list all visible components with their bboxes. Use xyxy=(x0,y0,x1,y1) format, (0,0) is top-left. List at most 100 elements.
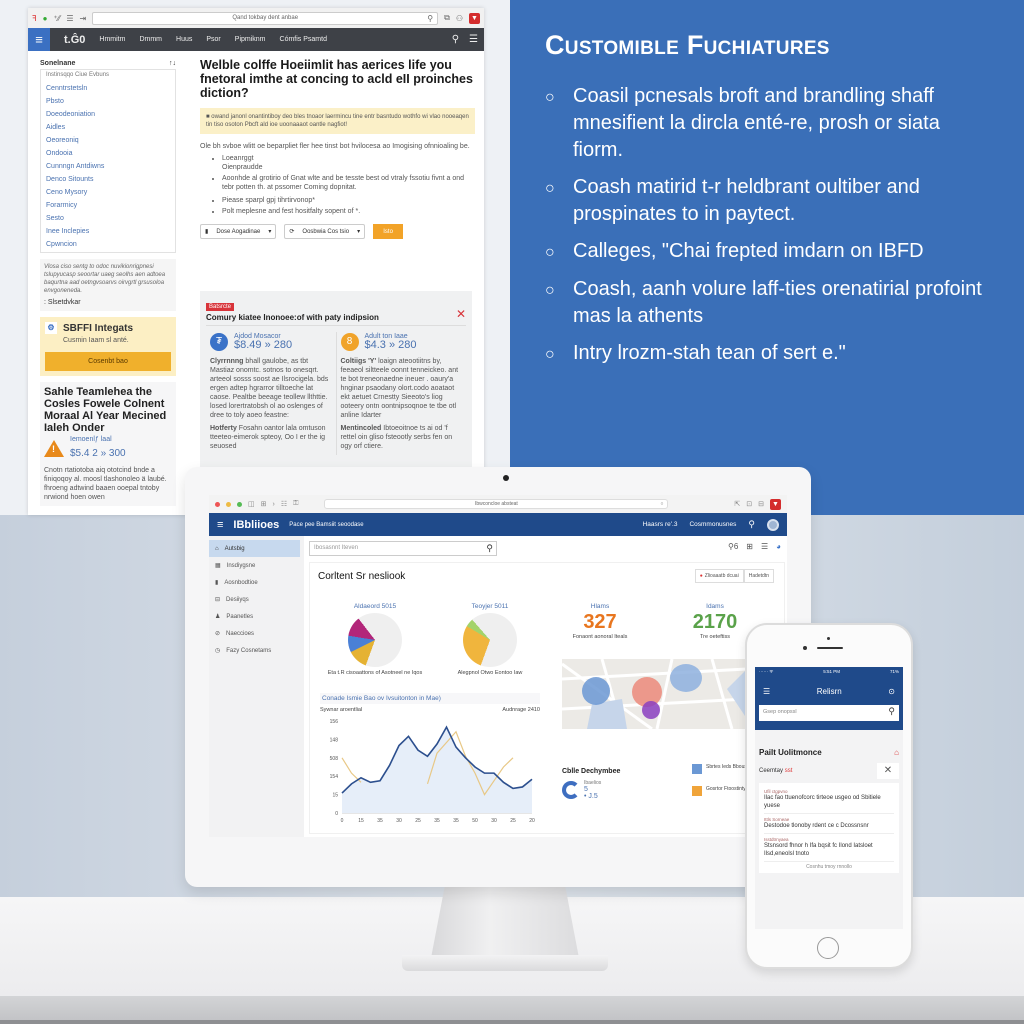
hamburger-menu-icon[interactable]: ≡ xyxy=(28,28,50,51)
close-icon[interactable]: ✕ xyxy=(456,307,466,322)
sidebar-item-active[interactable]: ⌂ Autsbig xyxy=(209,540,300,557)
map-bubble[interactable] xyxy=(582,677,610,705)
grid-view-icon[interactable]: ⊞ xyxy=(746,542,753,551)
tabs-icon[interactable]: ⁺∕⁄ xyxy=(53,14,60,23)
select-dropdown-2[interactable]: ⟳ Oosbwia Cos tsio ▾ xyxy=(284,224,366,239)
search-icon[interactable]: ⚲ xyxy=(748,519,755,530)
sidebar-item[interactable]: Forarmicy xyxy=(41,200,175,213)
tab-icon[interactable]: ⊟ xyxy=(758,500,764,508)
close-window-button[interactable] xyxy=(215,501,220,507)
app-logo[interactable]: IBbliioes xyxy=(233,519,279,531)
app-sidebar: ⌂ Autsbig ▦ Insdiygsne ▮ Aosnbodtioe ⊟ Desii… xyxy=(209,536,304,837)
search-icon[interactable]: ⚲ xyxy=(452,34,459,45)
action-button[interactable]: Zlioaaatb dcuai xyxy=(694,569,744,583)
home-button[interactable] xyxy=(817,937,839,959)
filter-icon[interactable]: ⚲6 xyxy=(728,542,738,551)
article-title[interactable]: Sahle Teamlehea the Cosles Fowele Colnen… xyxy=(44,386,172,434)
sidebar-item[interactable]: ◷ Fazy Cosnetams xyxy=(209,642,304,659)
nav-link[interactable]: Cosmmonusnes xyxy=(689,521,736,528)
compare-tag: Batsrcte xyxy=(206,303,235,311)
sidebar-item[interactable]: Ondooia xyxy=(41,148,175,161)
extension-icon[interactable]: ▼ xyxy=(770,498,781,510)
go-button[interactable]: Isto xyxy=(373,224,404,239)
sidebar-item[interactable]: ♟ Paanetles xyxy=(209,608,304,625)
share-icon[interactable]: ⇱ xyxy=(734,500,740,508)
menu-icon[interactable]: ☰ xyxy=(763,687,770,696)
load-more-link[interactable]: Cosnhu tmoy rnnollo xyxy=(764,862,894,870)
tab-view-icon[interactable]: ⧉ xyxy=(444,13,450,23)
back-icon[interactable]: ⇥ xyxy=(80,14,87,23)
nav-item[interactable]: Huus xyxy=(176,36,192,43)
close-icon[interactable]: ✕ xyxy=(877,763,899,779)
nav-link[interactable]: Haasrs re'.3 xyxy=(643,521,678,528)
sort-icon[interactable]: ↑↓ xyxy=(169,60,176,67)
site-logo[interactable]: t.Ĝ0 xyxy=(64,34,85,46)
sidebar-item[interactable]: ⊘ Naeccioes xyxy=(209,625,304,642)
sidebar-item[interactable]: ⊟ Desiiyqs xyxy=(209,591,304,608)
nav-item[interactable]: Pipmiknm xyxy=(235,36,266,43)
list-item[interactable]: Ufil ctgpvno Ilac fao ttuenofcorc tirteoe… xyxy=(764,786,894,814)
forward-icon[interactable]: › xyxy=(273,501,275,508)
select-dropdown-1[interactable]: ▮ Dose Aogadinae ▾ xyxy=(200,224,277,239)
list-item[interactable]: Ittls Sorneae Destodoe tlonoby rdent ce c… xyxy=(764,814,894,834)
section-title: Pailt Uolitmonce xyxy=(759,748,822,757)
bookmark-icon[interactable]: ⊡ xyxy=(746,500,752,508)
map-bubble[interactable] xyxy=(642,701,660,719)
maximize-window-button[interactable] xyxy=(237,501,242,507)
search-icon[interactable]: ⚲ xyxy=(486,543,493,554)
bell-icon[interactable]: ⌂ xyxy=(894,748,899,757)
sidebar-toggle-icon[interactable]: ◫ xyxy=(248,500,255,508)
map-view[interactable] xyxy=(562,659,747,729)
search-icon[interactable]: ⚲ xyxy=(888,706,895,717)
sidebar-item[interactable]: Aidles xyxy=(41,122,175,135)
reload-icon[interactable]: ○ xyxy=(660,501,663,507)
profile-icon[interactable]: ⚇ xyxy=(456,14,463,23)
sidebar-item[interactable]: Inee Inclepies xyxy=(41,226,175,239)
reader-icon[interactable]: ☷ xyxy=(281,500,287,508)
sidebar-item[interactable]: Denco Sitounts xyxy=(41,174,175,187)
tabs-icon[interactable]: ⊞ xyxy=(261,500,267,508)
list-item[interactable]: Piease sparpl gpj tihrtirvonop* xyxy=(222,196,475,205)
feature-text: Coash, aanh volure laff-ties orenatirial… xyxy=(573,278,982,327)
search-icon[interactable]: ⚲ xyxy=(427,14,433,23)
sidebar-item[interactable]: Cunnngn Antdiwns xyxy=(41,161,175,174)
nav-item[interactable]: Hmmitm xyxy=(99,36,125,43)
sidebar-item[interactable]: Instinsqqo Ciue Evbuns xyxy=(41,70,175,83)
sidebar-item[interactable]: Cenntrstetsln xyxy=(41,83,175,96)
sidebar-item[interactable]: Oeoreoniq xyxy=(41,135,175,148)
sidebar-item[interactable]: Cpwncion xyxy=(41,239,175,252)
menu-icon[interactable]: ☰ xyxy=(66,14,73,23)
phone-search-input[interactable]: Gsep onopssl ⚲ xyxy=(759,705,899,721)
y-tick-label: 148 xyxy=(330,737,339,743)
sidebar-item[interactable]: Pbsto xyxy=(41,96,175,109)
sidebar-item[interactable]: Ceno Mysory xyxy=(41,187,175,200)
search-input[interactable]: Ibosasnnt Iteven ⚲ xyxy=(309,541,497,556)
nav-item[interactable]: Cómfis Psamtd xyxy=(280,36,327,43)
features-list: ○ Coasil pcnesals broft and brandling sha… xyxy=(545,83,995,368)
user-avatar[interactable] xyxy=(767,518,779,531)
menu-icon[interactable]: ☰ xyxy=(469,34,478,45)
download-icon[interactable]: ⊙ xyxy=(888,687,895,696)
globe-icon[interactable]: ◕ xyxy=(776,542,781,551)
monitor-icon: ⊟ xyxy=(215,597,221,603)
sidebar-item[interactable]: ▦ Insdiygsne xyxy=(209,557,304,574)
extension-icon[interactable]: ▼ xyxy=(469,12,480,24)
sidebar-item[interactable]: Doeodeoniation xyxy=(41,109,175,122)
list-item[interactable]: Isstdtrnyaea Stsnsord fhnor h Ifa bqsit f… xyxy=(764,834,894,862)
address-bar[interactable]: Qand tokbay dent anbae ⚲ xyxy=(92,11,439,25)
minimize-window-button[interactable] xyxy=(226,501,231,507)
address-bar[interactable]: Ibwconcloe absteat ○ xyxy=(324,499,669,509)
desktop-monitor: ◫ ⊞ › ☷ ⚿ Ibwconcloe absteat ○ ⇱ ⊡ ⊟ ▼ ≡ … xyxy=(185,467,811,887)
hamburger-menu-icon[interactable]: ≡ xyxy=(217,519,223,531)
nav-item[interactable]: Dmmm xyxy=(139,36,162,43)
map-bubble[interactable] xyxy=(670,664,702,692)
y-tick-label: 156 xyxy=(330,719,339,725)
sidebar-item[interactable]: Sesto xyxy=(41,213,175,226)
promo-button[interactable]: Cosenbt bao xyxy=(45,352,171,371)
list-view-icon[interactable]: ☰ xyxy=(761,542,768,551)
note-link[interactable]: : Slsetdvkar xyxy=(44,299,172,307)
kpi-pie-1: Aldaeord 5015 Eta t.R cisoaattons of Aso… xyxy=(325,603,425,677)
action-button[interactable]: Hadetdtn xyxy=(743,569,774,583)
sidebar-item[interactable]: ▮ Aosnbodtioe xyxy=(209,574,304,591)
nav-item[interactable]: Psor xyxy=(206,36,220,43)
